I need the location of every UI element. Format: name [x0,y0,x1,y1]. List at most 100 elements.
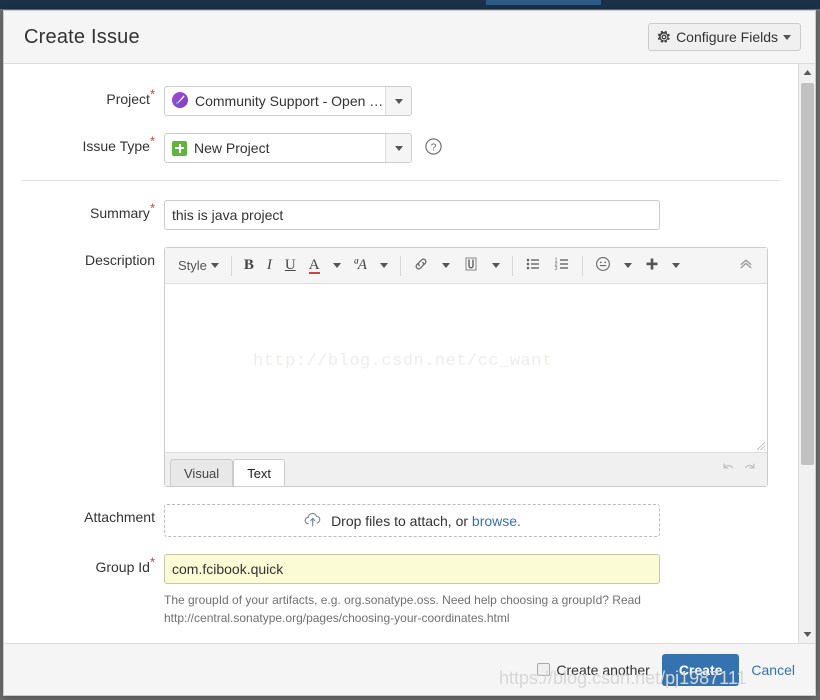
editor-tab-visual[interactable]: Visual [170,459,234,486]
project-select[interactable]: Community Support - Open … [164,86,412,116]
attach-dropdown[interactable] [486,253,506,279]
attachment-browse-link[interactable]: browse. [472,513,521,529]
field-row-summary: Summary* [4,200,798,230]
collapse-toolbar-button[interactable] [732,253,760,279]
insert-more-dropdown[interactable] [666,253,686,279]
editor-toolbar: Style B I U A ªA 1 2 3 [165,248,767,284]
scrollbar-thumb[interactable] [801,83,814,465]
emoji-dropdown[interactable] [618,253,638,279]
create-issue-dialog: Create Issue Configure Fields Project* C… [3,10,816,696]
toolbar-separator [399,255,401,276]
toolbar-separator [230,255,232,276]
italic-glyph: I [266,257,272,273]
chevron-down-icon [491,263,500,268]
issue-type-select-text: New Project [194,140,270,156]
description-textarea[interactable]: http://blog.csdn.net/cc_want [165,284,767,452]
emoji-icon [595,256,611,275]
field-row-attachment: Attachment Drop files to attach, or brow… [4,504,798,537]
group-id-help-line-1: The groupId of your artifacts, e.g. org.… [164,593,641,607]
emoji-button[interactable] [589,253,617,279]
plus-icon [645,257,659,274]
chevron-down-icon [210,263,219,268]
undo-icon[interactable] [720,460,737,482]
app-topbar [0,0,820,9]
text-effects-glyph: ªA [353,257,367,273]
attach-button[interactable] [457,253,485,279]
create-another-label: Create another [556,661,650,678]
paperclip-icon [463,256,479,275]
required-marker: * [149,86,155,102]
link-dropdown[interactable] [436,253,456,279]
summary-input[interactable] [164,200,660,230]
summary-label: Summary* [90,200,155,221]
project-select-value[interactable]: Community Support - Open … [165,87,385,115]
app-topbar-tab [486,0,601,5]
link-button[interactable] [407,253,435,279]
triangle-up-icon [803,70,812,75]
group-id-help-line-2: http://central.sonatype.org/pages/choosi… [164,611,510,625]
svg-text:?: ? [431,141,437,153]
bold-button[interactable]: B [238,253,260,279]
numbered-list-button[interactable]: 1 2 3 [548,253,576,279]
dialog-body: Project* Community Support - Open … Issu… [4,64,815,643]
resize-grip[interactable] [756,441,766,451]
text-color-dropdown[interactable] [327,253,347,279]
numbered-list-icon: 1 2 3 [554,256,570,275]
required-marker: * [149,554,155,570]
underline-button[interactable]: U [279,253,302,279]
create-button[interactable]: Create [661,653,740,686]
project-avatar-icon [172,91,188,111]
dialog-header: Create Issue Configure Fields [4,11,815,64]
configure-fields-label: Configure Fields [676,29,778,45]
toolbar-separator [581,255,583,276]
insert-more-button[interactable] [639,253,665,279]
chevron-down-icon [394,98,403,104]
chevron-down-icon [783,34,791,40]
page-title: Create Issue [24,25,140,48]
bold-glyph: B [243,257,254,273]
chevron-down-icon [394,145,403,151]
svg-text:3: 3 [554,266,557,272]
editor-tab-text[interactable]: Text [233,459,286,486]
chevron-double-up-icon [738,256,754,275]
issue-type-select[interactable]: New Project [164,133,412,163]
chevron-down-icon [623,263,632,268]
attachment-dropzone[interactable]: Drop files to attach, or browse. [164,504,660,537]
project-label: Project* [106,86,155,107]
required-marker: * [149,133,155,149]
issue-type-select-value[interactable]: New Project [165,134,385,162]
text-color-button[interactable]: A [303,253,326,279]
configure-fields-button[interactable]: Configure Fields [648,23,801,51]
gear-icon [657,30,671,44]
text-effects-dropdown[interactable] [374,253,394,279]
project-select-arrow[interactable] [385,87,411,115]
scrollbar-up-arrow[interactable] [799,64,815,81]
vertical-scrollbar[interactable] [798,64,815,643]
cancel-button[interactable]: Cancel [751,662,795,678]
field-row-issue-type: Issue Type* New Project ? [4,133,798,163]
scrollbar-down-arrow[interactable] [799,626,815,643]
redo-icon[interactable] [741,460,758,482]
toolbar-separator [511,255,513,276]
italic-button[interactable]: I [261,253,278,279]
description-label: Description [84,252,155,268]
chevron-down-icon [379,263,388,268]
triangle-down-icon [803,632,812,637]
project-select-text: Community Support - Open … [195,93,384,109]
field-row-description: Description Style B I U A ªA 1 2 3 http:… [4,247,798,487]
bullet-list-button[interactable] [519,253,547,279]
create-another-checkbox[interactable]: Create another [537,661,650,678]
style-dropdown[interactable]: Style [172,253,225,279]
question-circle-icon[interactable]: ? [425,138,443,160]
bullet-list-icon [525,256,541,275]
editor-watermark: http://blog.csdn.net/cc_want [253,352,553,371]
style-dropdown-label: Style [178,258,207,273]
issue-type-select-arrow[interactable] [385,134,411,162]
editor-footer: Visual Text [165,452,767,486]
group-id-input[interactable] [164,554,660,584]
text-effects-button[interactable]: ªA [348,253,373,279]
field-row-project: Project* Community Support - Open … [4,86,798,116]
checkbox-box[interactable] [537,663,551,676]
attachment-drop-text: Drop files to attach, or browse. [331,512,521,529]
text-color-glyph: A [308,256,320,274]
